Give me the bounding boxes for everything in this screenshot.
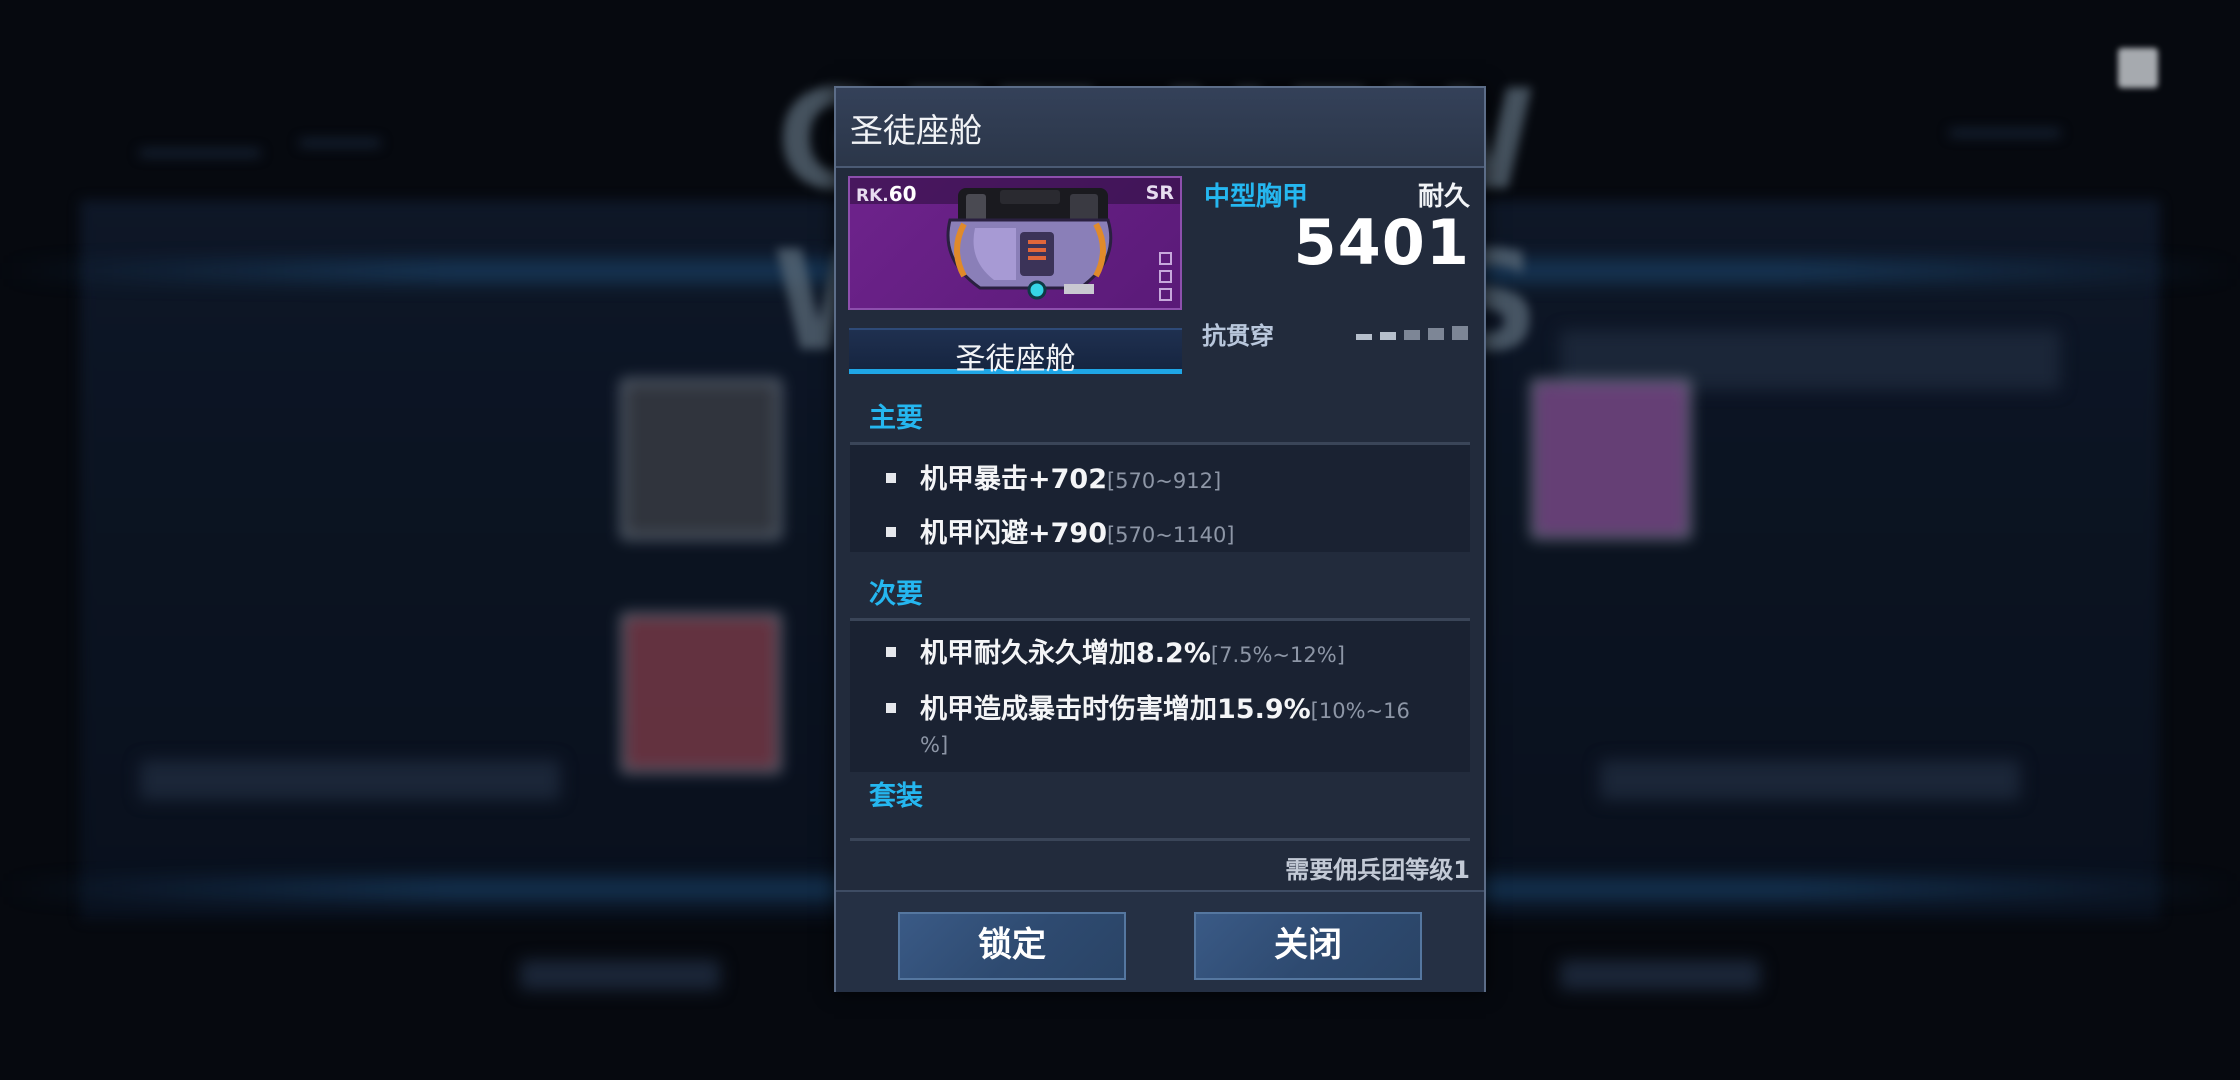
set-divider (850, 838, 1470, 841)
background-decor (1560, 960, 1760, 990)
penetration-segment (1404, 330, 1420, 340)
secondary-section-title: 次要 (869, 579, 923, 610)
background-decor (1600, 760, 2020, 800)
rarity-label: SR (1145, 182, 1174, 204)
stat-range-continued: %] (920, 733, 949, 757)
slot-icon (1159, 270, 1172, 283)
item-image: RK.60 SR (848, 176, 1182, 310)
set-section-title: 套装 (869, 781, 923, 812)
level-requirement: 需要佣兵团等级1 (1285, 856, 1470, 884)
dialog-button-bar: 锁定 关闭 (836, 890, 1484, 992)
background-decor (300, 140, 380, 146)
background-item-card (620, 612, 782, 774)
item-name-plate: 圣徒座舱 (849, 328, 1182, 377)
menu-icon (2118, 48, 2158, 88)
background-decor (1950, 130, 2060, 136)
item-detail-dialog: 圣徒座舱 RK.60 SR 圣徒座舱 中型胸甲 耐久 5401 抗贯穿 主要 机… (834, 86, 1486, 992)
slot-icon (1159, 288, 1172, 301)
close-button[interactable]: 关闭 (1194, 912, 1422, 980)
rank-label: RK.60 (856, 182, 917, 206)
background-item-card (620, 378, 782, 540)
secondary-stats-box: 机甲耐久永久增加8.2%[7.5%~12%] 机甲造成暴击时伤害增加15.9%[… (850, 618, 1470, 772)
cockpit-armor-icon (946, 188, 1113, 300)
penetration-label: 抗贯穿 (1202, 322, 1274, 350)
penetration-segment (1452, 326, 1468, 340)
item-type-label: 中型胸甲 (1204, 182, 1309, 212)
dialog-title: 圣徒座舱 (850, 111, 982, 150)
stat-row: 机甲造成暴击时伤害增加15.9%[10%~16 (886, 687, 1410, 726)
stat-row: 机甲耐久永久增加8.2%[7.5%~12%] (886, 631, 1345, 670)
background-decor (520, 960, 720, 990)
background-decor (140, 150, 260, 156)
durability-value: 5401 (1293, 206, 1470, 279)
dialog-title-bar: 圣徒座舱 (836, 88, 1484, 168)
penetration-segment (1356, 334, 1372, 340)
primary-stats-box: 机甲暴击+702[570~912] 机甲闪避+790[570~1140] (850, 442, 1470, 552)
background-decor (140, 760, 560, 800)
stat-row: 机甲闪避+790[570~1140] (886, 511, 1235, 550)
penetration-meter (1356, 326, 1474, 340)
lock-button[interactable]: 锁定 (898, 912, 1126, 980)
stat-row: 机甲暴击+702[570~912] (886, 457, 1221, 496)
background-item-card (1530, 378, 1692, 540)
primary-section-title: 主要 (869, 403, 923, 434)
item-name: 圣徒座舱 (955, 342, 1076, 377)
penetration-segment (1380, 332, 1396, 340)
slot-icon (1159, 252, 1172, 265)
penetration-segment (1428, 328, 1444, 340)
